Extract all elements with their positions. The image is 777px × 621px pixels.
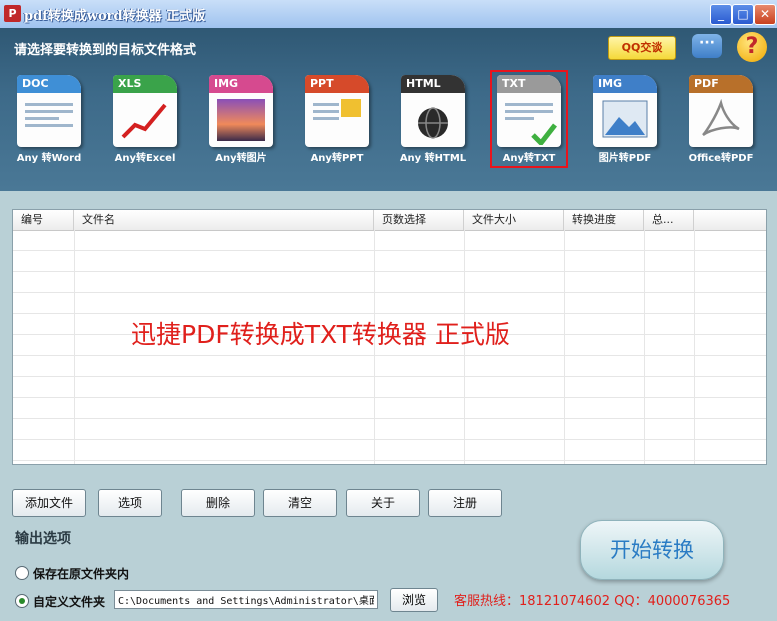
chat-icon[interactable]: ··· [692,34,722,58]
tool-any-to-txt[interactable]: TXT Any转TXT [490,70,568,168]
window-title: pdf转换成word转换器 正式版 [24,9,206,24]
output-options-title: 输出选项 [15,531,71,547]
table-row[interactable] [13,230,766,251]
table-row[interactable] [13,251,766,272]
tool-any-to-image[interactable]: IMG Any转图片 [205,73,277,165]
tool-label: Office转PDF [688,153,754,164]
radio-save-original-label[interactable]: 保存在原文件夹内 [33,565,129,582]
file-list-table[interactable]: 编号 文件名 页数选择 文件大小 转换进度 总... 迅捷PDF转换成TXT转换… [12,209,767,465]
add-file-button[interactable]: 添加文件 [12,489,86,517]
tool-badge: PDF [689,75,753,93]
col-progress[interactable]: 转换进度 [564,210,644,230]
options-button[interactable]: 选项 [98,489,162,517]
tool-any-to-ppt[interactable]: PPT Any转PPT [301,73,373,165]
doc-icon: DOC [17,75,81,147]
col-page-select[interactable]: 页数选择 [374,210,464,230]
tool-any-to-excel[interactable]: XLS Any转Excel [109,73,181,165]
xls-icon: XLS [113,75,177,147]
txt-icon: TXT [497,75,561,147]
pdf-icon: PDF [689,75,753,147]
tool-badge: DOC [17,75,81,93]
table-row[interactable] [13,440,766,461]
qq-chat-button[interactable]: QQ交谈 [608,36,676,60]
col-filename[interactable]: 文件名 [74,210,374,230]
tool-badge: IMG [593,75,657,93]
tool-label: 图片转PDF [598,153,652,164]
checkmark-icon [531,123,557,145]
tool-any-to-word[interactable]: DOC Any 转Word [13,73,85,165]
img-icon: IMG [209,75,273,147]
tool-badge: TXT [497,75,561,93]
acrobat-icon [702,99,740,137]
tool-badge: HTML [401,75,465,93]
col-number[interactable]: 编号 [13,210,74,230]
table-header: 编号 文件名 页数选择 文件大小 转换进度 总... [13,210,766,231]
ppt-icon: PPT [305,75,369,147]
chart-arrow-icon [121,103,167,139]
globe-icon [418,107,448,139]
tool-any-to-html[interactable]: HTML Any 转HTML [397,73,469,165]
browse-button[interactable]: 浏览 [390,588,438,612]
tool-label: Any转TXT [502,153,556,164]
tool-label: Any转PPT [310,153,364,164]
format-prompt: 请选择要转换到的目标文件格式 [14,43,197,58]
delete-button[interactable]: 删除 [181,489,255,517]
radio-save-original[interactable] [15,566,29,580]
close-button[interactable]: ✕ [754,4,776,25]
tool-label: Any转图片 [215,153,267,164]
table-row[interactable] [13,356,766,377]
html-icon: HTML [401,75,465,147]
table-row[interactable] [13,419,766,440]
output-path-input[interactable] [114,590,378,609]
about-button[interactable]: 关于 [346,489,420,517]
tool-label: Any 转HTML [399,153,467,164]
clear-button[interactable]: 清空 [263,489,337,517]
format-header: 请选择要转换到的目标文件格式 QQ交谈 ··· ? DOC Any 转Word … [0,28,777,191]
tool-image-to-pdf[interactable]: IMG 图片转PDF [589,73,661,165]
tool-badge: PPT [305,75,369,93]
maximize-button[interactable]: □ [732,4,754,25]
tool-label: Any 转Word [16,153,82,164]
table-row[interactable] [13,293,766,314]
table-row[interactable] [13,272,766,293]
landscape-icon [602,100,648,138]
app-logo-icon: P [4,5,21,22]
minimize-button[interactable]: _ [710,4,732,25]
start-convert-button[interactable]: 开始转换 [580,520,724,580]
img-to-pdf-icon: IMG [593,75,657,147]
col-total[interactable]: 总... [644,210,694,230]
support-hotline: 客服热线：18121074602 QQ：4000076365 [454,594,731,609]
product-watermark: 迅捷PDF转换成TXT转换器 正式版 [131,320,510,349]
tool-office-to-pdf[interactable]: PDF Office转PDF [685,73,757,165]
tool-badge: IMG [209,75,273,93]
col-file-size[interactable]: 文件大小 [464,210,564,230]
radio-custom-folder-label[interactable]: 自定义文件夹 [33,593,105,610]
table-row[interactable] [13,377,766,398]
tool-label: Any转Excel [114,153,176,164]
register-button[interactable]: 注册 [428,489,502,517]
help-icon[interactable]: ? [737,32,767,62]
tool-badge: XLS [113,75,177,93]
title-bar: P pdf转换成word转换器 正式版 _ □ ✕ [0,0,777,29]
radio-custom-folder[interactable] [15,594,29,608]
table-row[interactable] [13,398,766,419]
